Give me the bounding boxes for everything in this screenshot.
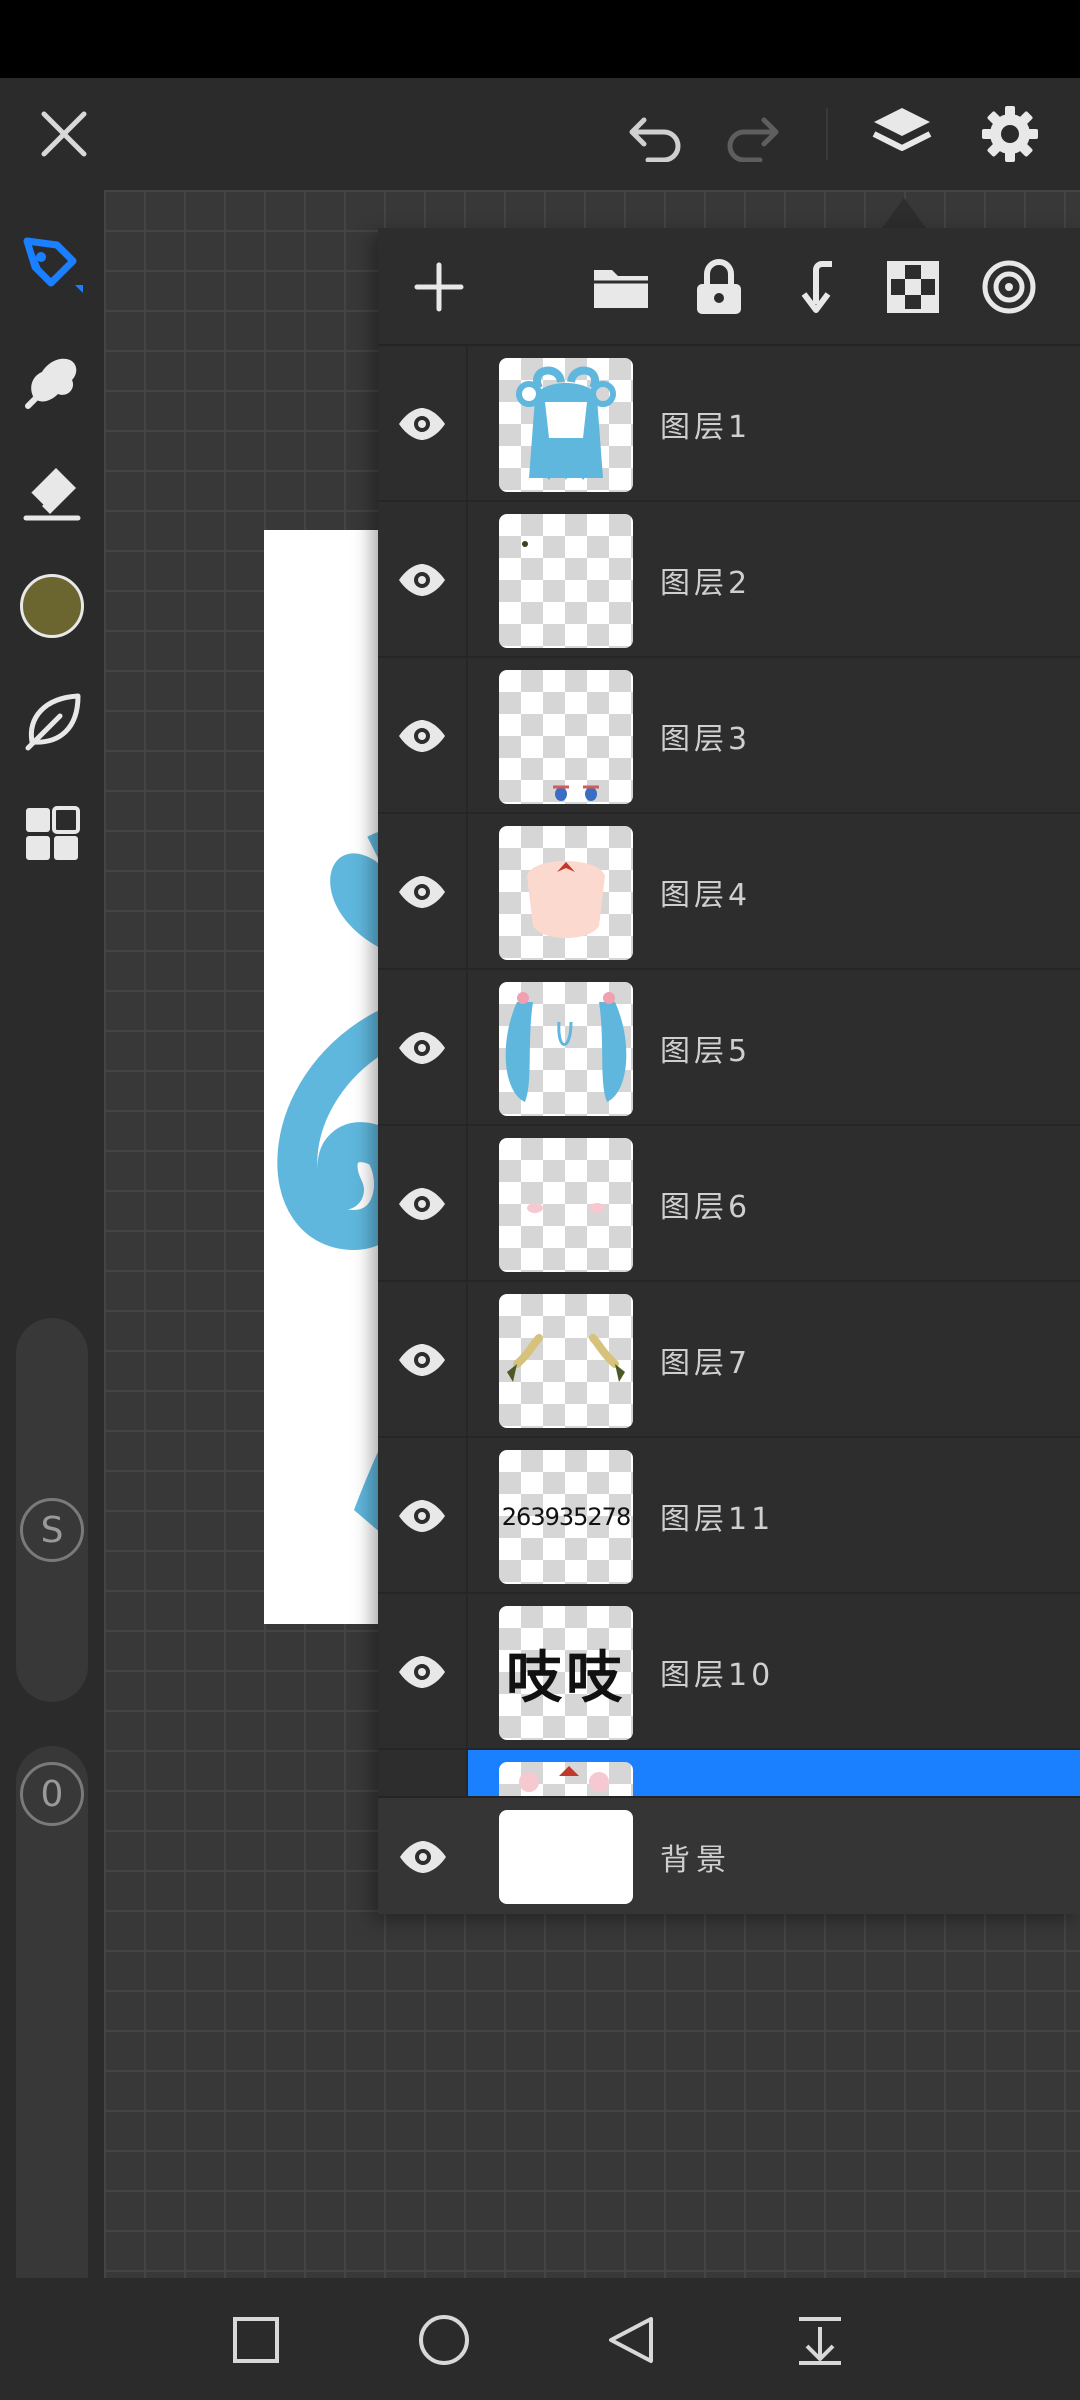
size-badge: S	[20, 1498, 84, 1562]
visibility-toggle[interactable]	[378, 502, 468, 658]
eye-icon[interactable]	[397, 1186, 447, 1222]
recent-apps-icon[interactable]	[220, 2304, 292, 2376]
close-icon[interactable]	[14, 78, 114, 190]
background-layer-row[interactable]: 背景	[378, 1796, 1080, 1914]
visibility-toggle[interactable]	[378, 1126, 468, 1282]
merge-down-icon[interactable]	[782, 252, 852, 322]
grid-menu-icon[interactable]	[12, 794, 92, 874]
layer-list[interactable]: 图层1 图层2 图层3 图层4 图层5 图层6 图层7 263935278 图层11 吱吱 图层10…	[378, 346, 1080, 1796]
layer-name: 图层3	[660, 722, 752, 757]
current-color-swatch[interactable]	[20, 574, 84, 638]
settings-icon[interactable]	[960, 78, 1060, 190]
layer-thumbnail	[499, 1810, 633, 1904]
layer-name: 图层4	[660, 878, 752, 913]
notification-pull-icon[interactable]	[784, 2304, 856, 2376]
thumbnail-text: 263935278	[501, 1503, 631, 1531]
visibility-toggle[interactable]	[378, 970, 468, 1126]
layer-thumbnail	[499, 358, 633, 492]
eye-icon[interactable]	[397, 1654, 447, 1690]
visibility-toggle[interactable]	[378, 814, 468, 970]
layer-thumbnail	[499, 1762, 633, 1796]
visibility-toggle[interactable]	[378, 1798, 468, 1914]
visibility-toggle[interactable]	[378, 1750, 468, 1796]
layer-thumbnail	[499, 826, 633, 960]
redo-icon[interactable]	[702, 78, 802, 190]
layer-row[interactable]: 图层5	[378, 970, 1080, 1126]
layer-name: 图层1	[660, 410, 752, 445]
thumbnail-text: 吱吱	[506, 1645, 626, 1711]
eye-icon[interactable]	[397, 874, 447, 910]
panel-pointer	[882, 198, 926, 228]
visibility-toggle[interactable]	[378, 1282, 468, 1438]
layer-thumbnail: 吱吱	[499, 1606, 633, 1740]
eye-icon[interactable]	[397, 562, 447, 598]
layer-name: 图层2	[660, 566, 752, 601]
add-icon[interactable]	[404, 252, 474, 322]
eye-icon[interactable]	[397, 1030, 447, 1066]
layers-toolbar	[378, 228, 1080, 346]
visibility-toggle[interactable]	[378, 1594, 468, 1750]
layer-thumbnail	[499, 1138, 633, 1272]
eye-icon[interactable]	[397, 406, 447, 442]
layer-name: 图层10	[660, 1658, 775, 1693]
layer-name: 图层7	[660, 1346, 752, 1381]
layer-name: 图层6	[660, 1190, 752, 1225]
visibility-toggle[interactable]	[378, 658, 468, 814]
layer-row[interactable]: 图层4	[378, 814, 1080, 970]
eye-icon[interactable]	[397, 718, 447, 754]
layer-name: 图层5	[660, 1034, 752, 1069]
layer-thumbnail	[499, 1294, 633, 1428]
home-icon[interactable]	[408, 2304, 480, 2376]
visibility-toggle[interactable]	[378, 346, 468, 502]
layer-thumbnail: 263935278	[499, 1450, 633, 1584]
system-nav-bar	[0, 2278, 1080, 2400]
top-bar	[0, 78, 1080, 190]
layer-row[interactable]: 图层3	[378, 658, 1080, 814]
opacity-badge: 0	[20, 1762, 84, 1826]
eraser-icon[interactable]	[12, 452, 92, 532]
layer-thumbnail	[499, 982, 633, 1116]
status-bar	[0, 0, 1080, 78]
layer-thumbnail	[499, 514, 633, 648]
layer-name: 图层11	[660, 1502, 775, 1537]
back-icon[interactable]	[596, 2304, 668, 2376]
toolbar-divider	[826, 108, 828, 160]
layer-name: 背景	[660, 1843, 732, 1878]
layer-thumbnail	[499, 670, 633, 804]
layer-row[interactable]: 263935278 图层11	[378, 1438, 1080, 1594]
eye-icon[interactable]	[398, 1839, 448, 1875]
layers-panel: 图层1 图层2 图层3 图层4 图层5 图层6 图层7 263935278 图层11 吱吱 图层10…	[378, 228, 1080, 1914]
leaf-brush-icon[interactable]	[12, 680, 92, 760]
left-toolbar: S 0	[0, 190, 104, 2326]
folder-icon[interactable]	[586, 252, 656, 322]
blend-icon[interactable]	[974, 252, 1044, 322]
layer-row[interactable]: 图层7	[378, 1282, 1080, 1438]
lock-icon[interactable]	[684, 252, 754, 322]
eye-icon[interactable]	[397, 1342, 447, 1378]
visibility-toggle[interactable]	[378, 1438, 468, 1594]
brush-icon[interactable]	[12, 226, 92, 306]
layer-row[interactable]: 吱吱 图层10	[378, 1594, 1080, 1750]
color-swatch[interactable]	[12, 566, 92, 646]
smudge-icon[interactable]	[12, 340, 92, 420]
layers-icon[interactable]	[852, 78, 952, 190]
layer-row[interactable]: 图层2	[378, 502, 1080, 658]
layer-row[interactable]: 图层6	[378, 1126, 1080, 1282]
undo-icon[interactable]	[606, 78, 706, 190]
opacity-slider[interactable]	[16, 1746, 88, 2326]
layer-row[interactable]: 图层1	[378, 346, 1080, 502]
layer-name: 图层9	[660, 1750, 751, 1796]
eye-icon[interactable]	[397, 1498, 447, 1534]
transparency-icon[interactable]	[878, 252, 948, 322]
layer-row[interactable]: 图层9	[378, 1750, 1080, 1796]
